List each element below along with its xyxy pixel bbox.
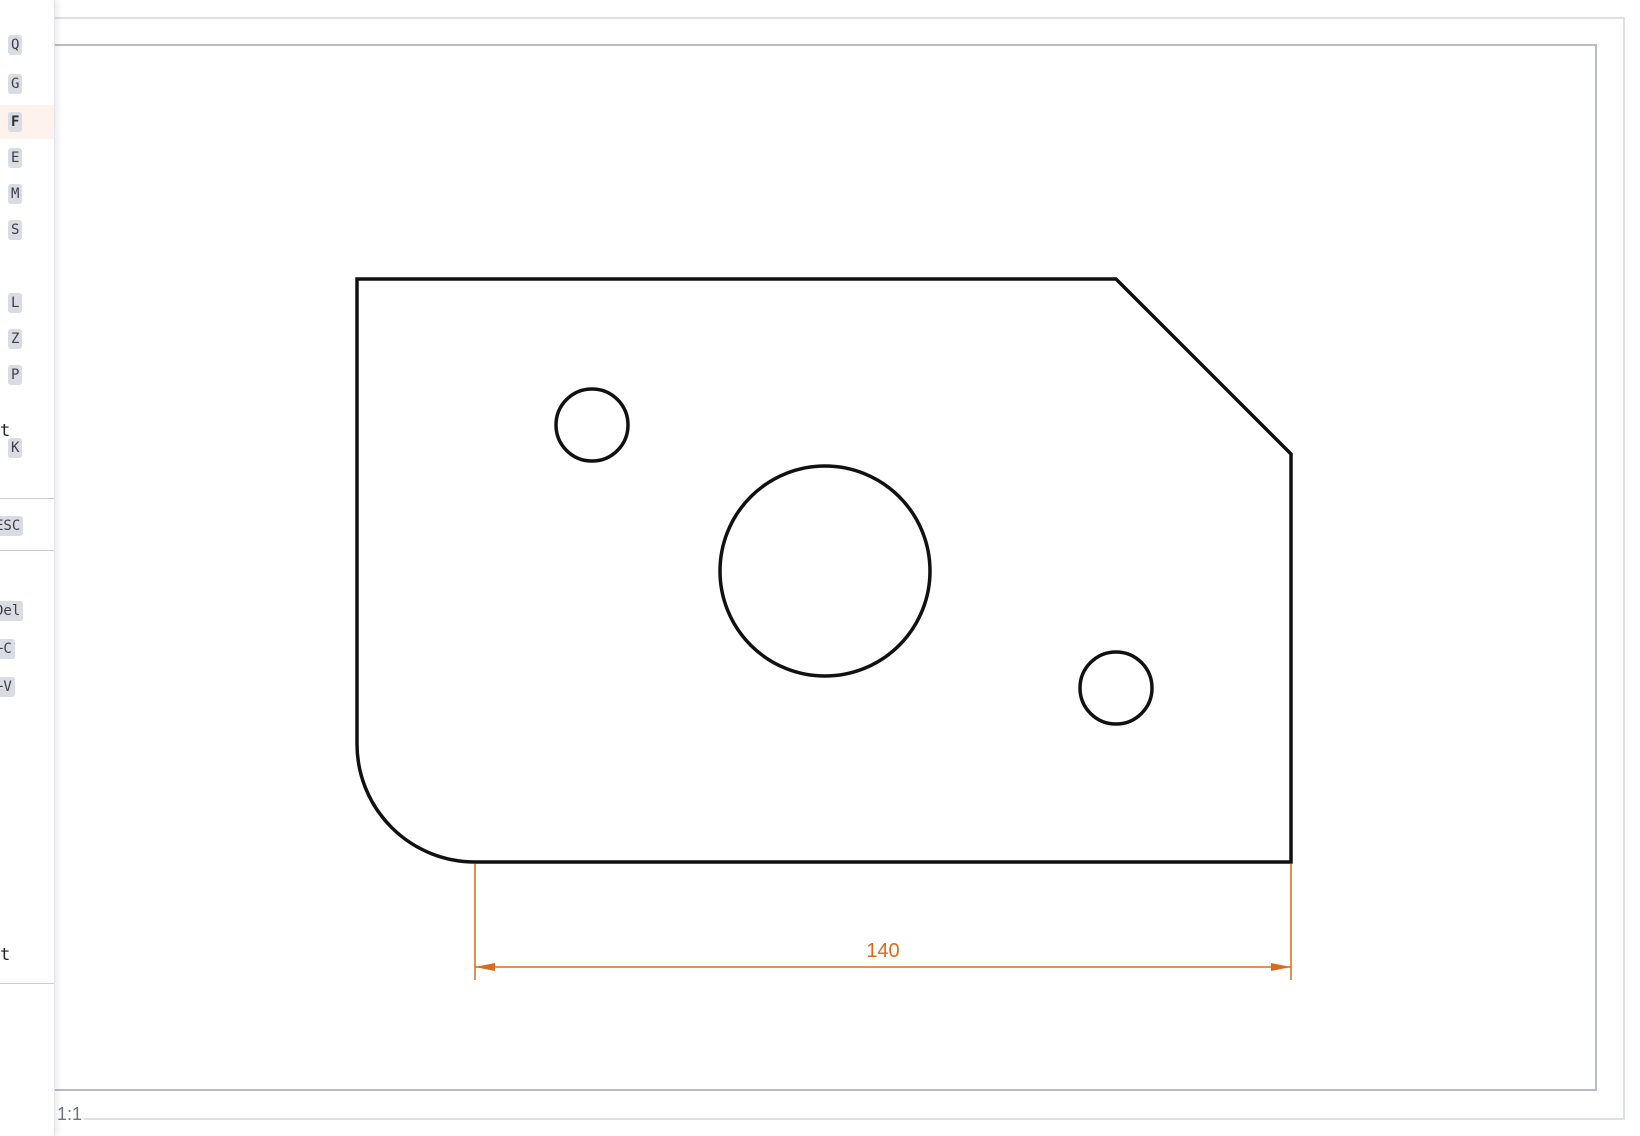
shortcut-key: S <box>8 220 23 240</box>
dimension-value-text: 140 <box>866 940 899 962</box>
large-center-hole[interactable] <box>718 464 932 678</box>
tool-row-paste[interactable]: +V <box>0 670 54 704</box>
scale-indicator: 1:1 <box>55 1104 85 1125</box>
tool-row-g[interactable]: G <box>0 67 54 101</box>
dimension-arrow-left <box>475 963 495 971</box>
tool-row-k[interactable]: K <box>0 431 54 465</box>
tool-row-f-active[interactable]: F <box>0 105 54 139</box>
tool-row-delete[interactable]: Del <box>0 594 54 628</box>
shortcut-sidebar: Q G F E M S L Z P t K ESC Del +C +V t <box>0 0 55 1136</box>
tool-row-z[interactable]: Z <box>0 322 54 356</box>
small-hole-top-left[interactable] <box>554 387 630 463</box>
tool-row-copy[interactable]: +C <box>0 632 54 666</box>
part-outline[interactable] <box>355 277 1293 864</box>
shortcut-key: K <box>8 438 23 458</box>
tool-row-p[interactable]: P <box>0 358 54 392</box>
shortcut-key: G <box>8 74 23 94</box>
sidebar-divider <box>0 550 54 551</box>
dimension-arrow-right <box>1271 963 1291 971</box>
shortcut-key: Del <box>0 601 24 621</box>
shortcut-key: Z <box>8 329 23 349</box>
shortcut-key: L <box>8 293 23 313</box>
shortcut-key: +V <box>0 677 15 697</box>
shortcut-key: ESC <box>0 516 24 536</box>
tool-row-e[interactable]: E <box>0 141 54 175</box>
drawing-canvas[interactable]: 140 <box>0 0 1640 1136</box>
shortcut-key: Q <box>8 35 23 55</box>
truncated-tool-label: t <box>0 945 11 965</box>
shortcut-key: M <box>8 184 23 204</box>
horizontal-dimension[interactable]: 140 <box>474 864 1292 980</box>
tool-row-m[interactable]: M <box>0 177 54 211</box>
tool-row-s[interactable]: S <box>0 213 54 247</box>
sidebar-divider <box>0 498 54 499</box>
shortcut-key: +C <box>0 639 15 659</box>
tool-row-q[interactable]: Q <box>0 28 54 62</box>
shortcut-key: E <box>8 148 23 168</box>
sidebar-divider <box>0 983 54 984</box>
shortcut-key: P <box>8 365 23 385</box>
tool-row-escape[interactable]: ESC <box>0 509 54 543</box>
tool-row-l[interactable]: L <box>0 286 54 320</box>
small-hole-bottom-right[interactable] <box>1078 650 1154 726</box>
shortcut-key: F <box>8 112 23 132</box>
